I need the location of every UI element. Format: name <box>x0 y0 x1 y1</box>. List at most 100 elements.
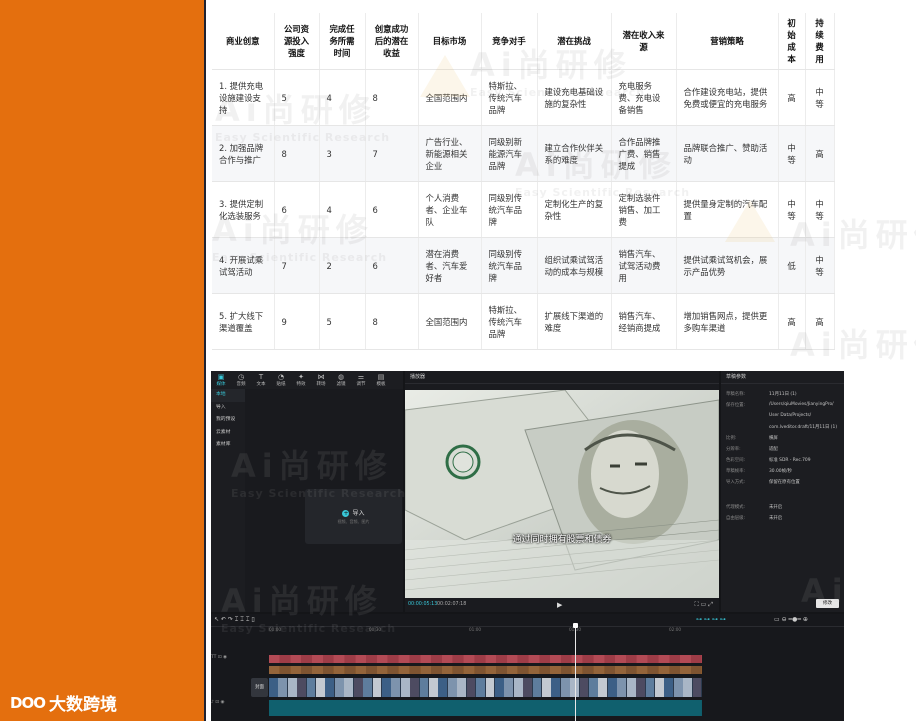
clip-segment[interactable] <box>637 666 648 674</box>
clip-segment[interactable] <box>388 666 399 674</box>
clip-segment[interactable] <box>333 655 345 663</box>
clip-segment[interactable] <box>366 666 377 674</box>
clip-segment[interactable] <box>636 678 645 697</box>
tab-template[interactable]: ▤ 模板 <box>371 371 391 389</box>
clip-segment[interactable] <box>607 678 617 697</box>
clip-segment[interactable] <box>669 655 680 663</box>
clip-segment[interactable] <box>363 678 372 697</box>
clip-segment[interactable] <box>517 666 529 674</box>
clip-segment[interactable] <box>344 655 355 663</box>
clip-segment[interactable] <box>312 655 323 663</box>
clip-segment[interactable] <box>532 678 542 697</box>
clip-segment[interactable] <box>447 678 457 697</box>
clip-segment[interactable] <box>334 678 344 697</box>
clip-segment[interactable] <box>615 666 626 674</box>
clip-segment[interactable] <box>683 678 692 697</box>
sidebar-item-library[interactable]: 素材库 <box>211 439 245 452</box>
clip-segment[interactable] <box>550 666 561 674</box>
clip-segment[interactable] <box>474 655 485 663</box>
clip-segment[interactable] <box>637 655 648 663</box>
clip-segment[interactable] <box>438 678 448 697</box>
clip-segment[interactable] <box>398 666 410 674</box>
link-toggle-icon[interactable]: ⊶ ⊶ ⊶ ⊶ <box>696 614 726 626</box>
clip-segment[interactable] <box>463 666 475 674</box>
clip-segment[interactable] <box>485 655 496 663</box>
clip-segment[interactable] <box>377 655 388 663</box>
clip-segment[interactable] <box>269 655 280 663</box>
clip-segment[interactable] <box>366 655 377 663</box>
clip-segment[interactable] <box>572 666 583 674</box>
sidebar-item-local[interactable]: 本地 <box>211 389 245 402</box>
clip-segment[interactable] <box>301 666 312 674</box>
clip-segment[interactable] <box>269 678 278 697</box>
clip-segment[interactable] <box>290 666 301 674</box>
playhead[interactable] <box>573 623 578 721</box>
fullscreen-icon[interactable]: ⛶ ▭ ⤢ <box>695 598 713 612</box>
clip-segment[interactable] <box>550 655 561 663</box>
clip-segment[interactable] <box>615 655 626 663</box>
clip-segment[interactable] <box>420 655 431 663</box>
tab-media[interactable]: ▣ 媒体 <box>211 371 231 389</box>
clip-segment[interactable] <box>301 655 312 663</box>
clip-segment[interactable] <box>561 666 572 674</box>
clip-segment[interactable] <box>429 678 438 697</box>
clip-segment[interactable] <box>669 666 680 674</box>
clip-segment[interactable] <box>400 678 410 697</box>
clip-segment[interactable] <box>680 666 691 674</box>
clip-segment[interactable] <box>654 678 664 697</box>
clip-segment[interactable] <box>528 655 540 663</box>
clip-segment[interactable] <box>680 655 691 663</box>
clip-segment[interactable] <box>316 678 325 697</box>
clip-segment[interactable] <box>344 678 354 697</box>
clip-segment[interactable] <box>579 678 589 697</box>
clip-segment[interactable] <box>431 666 442 674</box>
clip-segment[interactable] <box>344 666 355 674</box>
tab-effects[interactable]: ✦ 特效 <box>291 371 311 389</box>
clip-segment[interactable] <box>692 678 702 697</box>
clip-segment[interactable] <box>517 655 529 663</box>
clip-segment[interactable] <box>626 666 637 674</box>
clip-segment[interactable] <box>673 678 683 697</box>
clip-segment[interactable] <box>453 655 464 663</box>
clip-segment[interactable] <box>398 655 410 663</box>
sidebar-item-presets[interactable]: 我的预设 <box>211 414 245 427</box>
clip-segment[interactable] <box>664 678 674 697</box>
clip-segment[interactable] <box>323 666 334 674</box>
clip-segment[interactable] <box>409 666 420 674</box>
clip-segment[interactable] <box>572 655 583 663</box>
clip-segment[interactable] <box>420 666 431 674</box>
import-button[interactable]: + 导入 视频、音频、图片 <box>305 489 402 544</box>
select-tool-icon[interactable]: ↖ ↶ ↷ ⌶ ⌶ ⌶ ▯ <box>214 614 255 626</box>
clip-segment[interactable] <box>485 666 496 674</box>
clip-segment[interactable] <box>541 678 551 697</box>
clip-segment[interactable] <box>582 655 594 663</box>
tab-sticker[interactable]: ◔ 贴纸 <box>271 371 291 389</box>
clip-segment[interactable] <box>353 678 363 697</box>
clip-segment[interactable] <box>442 666 453 674</box>
clip-segment[interactable] <box>306 678 316 697</box>
clip-segment[interactable] <box>551 678 561 697</box>
clip-segment[interactable] <box>691 655 702 663</box>
zoom-slider[interactable]: ▭ ⊖ ━●━ ⊕ <box>774 614 808 626</box>
clip-segment[interactable] <box>442 655 453 663</box>
clip-segment[interactable] <box>278 678 288 697</box>
clip-segment[interactable] <box>372 678 382 697</box>
clip-segment[interactable] <box>410 678 419 697</box>
clip-segment[interactable] <box>593 666 604 674</box>
clip-segment[interactable] <box>269 666 280 674</box>
clip-segment[interactable] <box>485 678 495 697</box>
cover-button[interactable]: 封面 <box>251 678 268 697</box>
clip-segment[interactable] <box>269 700 702 716</box>
play-icon[interactable]: ▶ <box>557 598 562 612</box>
sidebar-item-cloud[interactable]: 云素材 <box>211 427 245 440</box>
clip-segment[interactable] <box>279 666 291 674</box>
clip-segment[interactable] <box>323 655 334 663</box>
clip-segment[interactable] <box>466 678 476 697</box>
clip-segment[interactable] <box>604 666 615 674</box>
clip-segment[interactable] <box>523 678 532 697</box>
clip-segment[interactable] <box>626 678 636 697</box>
clip-segment[interactable] <box>463 655 475 663</box>
clip-segment[interactable] <box>560 678 570 697</box>
clip-segment[interactable] <box>561 655 572 663</box>
clip-segment[interactable] <box>496 655 507 663</box>
